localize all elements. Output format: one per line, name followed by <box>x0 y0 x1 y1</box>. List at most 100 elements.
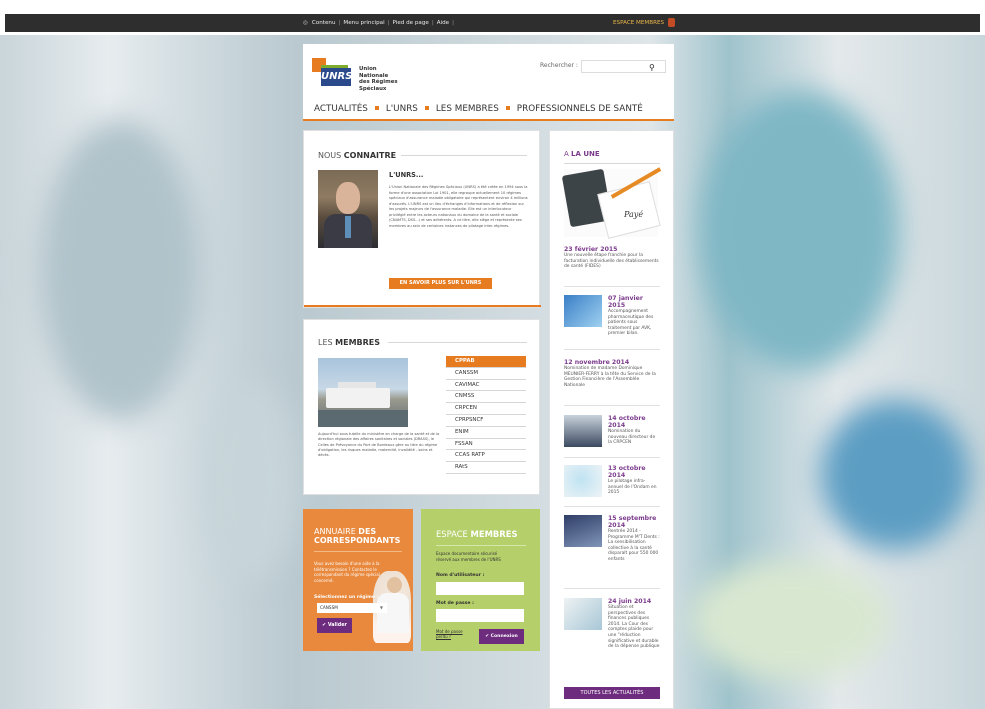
nav-les-membres[interactable]: LES MEMBRES <box>436 104 499 114</box>
member-item-cnmss[interactable]: CNMSS <box>446 391 526 404</box>
nav-separator <box>374 106 379 110</box>
photo-face <box>336 182 360 214</box>
title-underline <box>388 342 527 343</box>
panel-accent-bar <box>304 305 541 307</box>
main-nav: ACTUALITÉS L'UNRS LES MEMBRES PROFESSIONNEL… <box>314 104 643 114</box>
valider-label: Valider <box>327 623 347 628</box>
paye-label: Payé <box>624 210 644 219</box>
member-item-cprpsncf[interactable]: CPRPSNCF <box>446 415 526 427</box>
news-separator <box>564 457 660 458</box>
member-item-cppab[interactable]: CPPAB <box>446 356 526 368</box>
lock-icon[interactable] <box>668 18 675 27</box>
link-menu-principal[interactable]: Menu principal <box>343 19 384 27</box>
nous-connaitre-panel: NOUS CONNAITRE L'UNRS... L'Union Nationa… <box>303 130 541 308</box>
username-input[interactable] <box>436 582 524 595</box>
password-label: Mot de passe : <box>436 601 474 606</box>
member-item-fssan[interactable]: FSSAN <box>446 439 526 451</box>
member-item-canssm[interactable]: CANSSM <box>446 368 526 380</box>
en-savoir-plus-button[interactable]: EN SAVOIR PLUS SUR L'UNRS <box>389 278 492 289</box>
member-item-rats[interactable]: RAtS <box>446 462 526 474</box>
news-text: Nomination de madame Dominique MEUNIER-F… <box>564 366 656 388</box>
photo-ship <box>326 388 390 408</box>
unrs-description: L'Union Nationale des Régimes Spéciaux (… <box>389 185 528 228</box>
link-aide[interactable]: Aide <box>437 19 449 27</box>
unrs-logo[interactable]: UNRS <box>312 58 356 88</box>
news-date: 24 juin 2014 <box>608 598 652 605</box>
news-thumbnail <box>564 515 602 547</box>
regime-select[interactable]: CANSSM ▼ <box>317 603 387 613</box>
regime-select-value: CANSSM <box>320 605 338 610</box>
link-contenu[interactable]: Contenu <box>312 19 336 27</box>
news-date: 23 février 2015 <box>564 246 618 253</box>
logo-caption: Union Nationale des Régimes Spéciaux <box>359 66 398 92</box>
news-separator <box>564 588 660 589</box>
background-blur-left <box>40 120 200 420</box>
espace-membres-title: ESPACE MEMBRES <box>436 529 518 539</box>
news-thumbnail <box>564 465 602 497</box>
espace-membres-link[interactable]: ESPACE MEMBRES <box>613 19 664 27</box>
news-text: Le pilotage infra-annuel de l'Ondam en 2… <box>608 479 657 496</box>
nav-professionnels-sante[interactable]: PROFESSIONNELS DE SANTÉ <box>517 104 643 114</box>
news-item[interactable]: 23 février 2015 Une nouvelle étape franc… <box>564 246 660 270</box>
background-blur-right <box>700 90 900 370</box>
connexion-button[interactable]: ✔ Connexion <box>479 629 524 644</box>
accessibility-strip <box>5 14 980 32</box>
toutes-actualites-button[interactable]: TOUTES LES ACTUALITÉS <box>564 687 660 699</box>
background-blur-bottom <box>690 560 890 680</box>
member-item-enim[interactable]: ENIM <box>446 427 526 439</box>
photo-tie <box>345 216 351 238</box>
member-description: Aujourd'hui sous tutelle du ministère en… <box>318 432 440 458</box>
news-item[interactable]: 13 octobre 2014 Le pilotage infra-annuel… <box>564 465 660 501</box>
news-text: Accompagnement pharmaceutique des patien… <box>608 309 654 337</box>
news-item[interactable]: 24 juin 2014 Situation et perspectives d… <box>564 598 660 670</box>
news-separator <box>564 286 660 287</box>
nav-separator <box>505 106 510 110</box>
chevron-down-icon: ▼ <box>379 605 383 610</box>
search-label: Rechercher : <box>540 62 578 69</box>
background-blur-mid <box>200 380 300 580</box>
title-underline <box>436 545 526 546</box>
username-label: Nom d'utilisateur : <box>436 573 485 578</box>
les-membres-panel: LES MEMBRES Aujourd'hui sous tutelle du … <box>303 319 540 495</box>
operator-body <box>377 593 409 633</box>
nav-actualites[interactable]: ACTUALITÉS <box>314 104 368 114</box>
annuaire-panel: ANNUAIRE DES CORRESPONDANTS Vous avez bes… <box>303 509 413 651</box>
news-text: Une nouvelle étape franchie pour la fact… <box>564 253 659 270</box>
operator-head <box>387 577 402 593</box>
news-text: Rentrée 2014 - Programme M'T Dents : La … <box>608 529 660 562</box>
photo-water <box>318 410 408 427</box>
separator: | <box>452 20 455 26</box>
news-item[interactable]: 12 novembre 2014 Nomination de madame Do… <box>564 359 660 388</box>
member-item-crpcen[interactable]: CRPCEN <box>446 403 526 415</box>
regime-select-label: Sélectionnez un régime : <box>314 595 379 600</box>
director-photo <box>318 170 378 248</box>
valider-button[interactable]: ✔ Valider <box>317 618 352 633</box>
eye-icon: ◎ <box>303 20 308 26</box>
news-date: 13 octobre 2014 <box>608 465 646 479</box>
separator: | <box>431 20 434 26</box>
nav-unrs[interactable]: L'UNRS <box>386 104 418 114</box>
logo-text: UNRS <box>321 68 352 86</box>
password-input[interactable] <box>436 609 524 622</box>
member-item-cavimac[interactable]: CAVIMAC <box>446 380 526 392</box>
members-list: CPPAB CANSSM CAVIMAC CNMSS CRPCEN CPRPSN… <box>446 356 526 474</box>
news-separator <box>564 405 660 406</box>
connexion-label: Connexion <box>490 634 518 639</box>
news-date: 15 septembre 2014 <box>608 515 657 529</box>
les-membres-title: LES MEMBRES <box>318 338 381 347</box>
member-item-ccas-ratp[interactable]: CCAS RATP <box>446 450 526 463</box>
news-item[interactable]: 14 octobre 2014 Nomination du nouveau di… <box>564 415 660 455</box>
forgot-password-link[interactable]: Mot de passe perdu ? <box>436 629 464 640</box>
header-accent-bar <box>303 119 674 121</box>
a-la-une-panel: A LA UNE Payé 23 février 2015 Une nouvel… <box>549 130 674 709</box>
separator: | <box>387 20 390 26</box>
news-date: 07 janvier 2015 <box>608 295 643 309</box>
calculator-image[interactable]: Payé <box>561 167 662 239</box>
news-date: 14 octobre 2014 <box>608 415 646 429</box>
espace-membres-panel: ESPACE MEMBRES Espace documentaire sécur… <box>421 509 540 651</box>
news-item[interactable]: 15 septembre 2014 Rentrée 2014 - Program… <box>564 515 660 575</box>
search-icon[interactable]: ⚲ <box>649 63 655 72</box>
title-underline <box>564 163 660 164</box>
news-item[interactable]: 07 janvier 2015 Accompagnement pharmaceu… <box>564 295 660 341</box>
link-pied-de-page[interactable]: Pied de page <box>393 19 429 27</box>
